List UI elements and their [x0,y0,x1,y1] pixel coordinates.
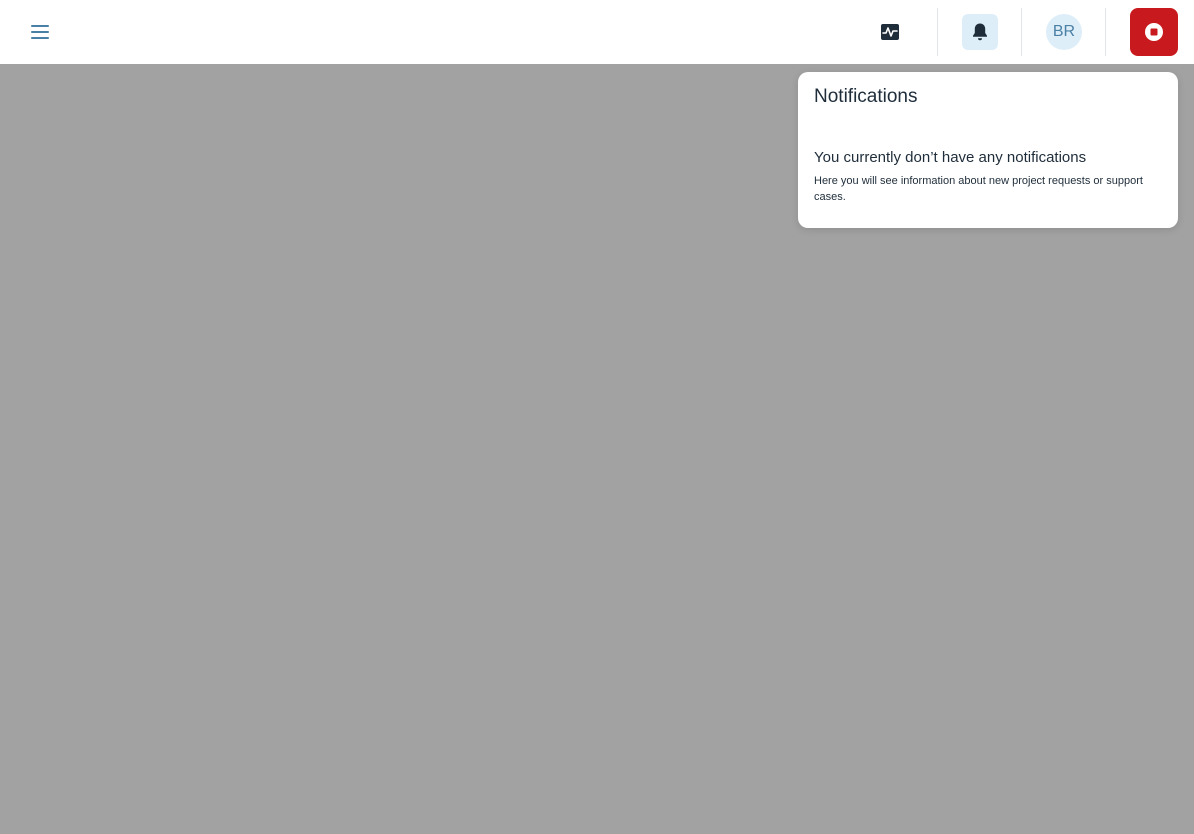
notifications-button[interactable] [962,14,998,50]
activity-button[interactable] [870,12,910,52]
stop-record-icon [1145,23,1163,41]
hamburger-icon-line [31,31,49,33]
notifications-title: Notifications [814,86,918,107]
header-divider [1105,8,1106,56]
hamburger-icon [31,25,49,27]
activity-chart-icon [881,24,899,40]
top-bar: BR [0,0,1194,64]
hamburger-menu-button[interactable] [28,20,52,44]
user-avatar[interactable]: BR [1046,14,1082,50]
notifications-empty-title: You currently don’t have any notificatio… [814,149,1087,166]
header-divider [1021,8,1022,56]
notifications-empty-description: Here you will see information about new … [814,175,1143,203]
hamburger-icon-line [31,37,49,39]
stop-recording-button[interactable] [1130,8,1178,56]
bell-icon [973,23,987,41]
header-divider [937,8,938,56]
notifications-panel: Notifications You currently don’t have a… [798,72,1178,228]
